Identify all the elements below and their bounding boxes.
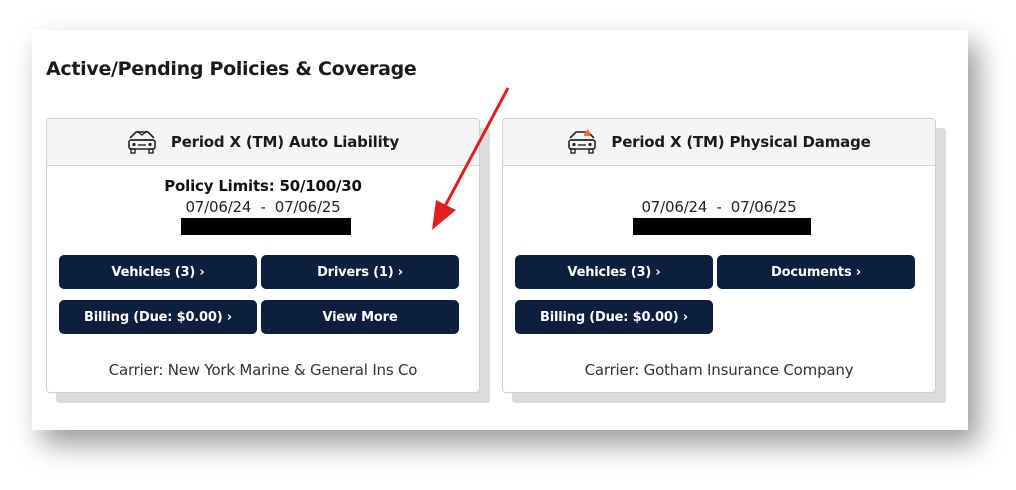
date-end: 07/06/25 [274, 198, 341, 216]
card-header: Period X (TM) Physical Damage [503, 119, 935, 166]
card-title: Period X (TM) Physical Damage [611, 133, 871, 151]
carrier-text: Carrier: Gotham Insurance Company [584, 361, 854, 379]
card-header: Period X (TM) Auto Liability [47, 119, 479, 166]
red-arrow-annotation [432, 87, 510, 230]
policy-card-auto-liability: Period X (TM) Auto Liability Policy Limi… [46, 118, 480, 393]
vehicles-button[interactable]: Vehicles (3) › [59, 255, 257, 289]
car-icon [127, 129, 157, 155]
policy-dates: 07/06/24 - 07/06/25 [503, 198, 935, 216]
billing-button[interactable]: Billing (Due: $0.00) › [59, 300, 257, 334]
policy-limits: Policy Limits: 50/100/30 [164, 177, 362, 195]
policy-dates: 07/06/24 - 07/06/25 [47, 198, 479, 216]
policy-card-physical-damage: Period X (TM) Physical Damage 07/06/24 -… [502, 118, 936, 393]
date-end: 07/06/25 [730, 198, 797, 216]
date-separator: - [716, 198, 722, 216]
view-more-button[interactable]: View More [261, 300, 459, 334]
billing-button[interactable]: Billing (Due: $0.00) › [515, 300, 713, 334]
card-title: Period X (TM) Auto Liability [170, 133, 400, 151]
redacted-bar [181, 218, 351, 235]
redacted-bar [633, 218, 811, 235]
documents-button[interactable]: Documents › [717, 255, 915, 289]
drivers-button[interactable]: Drivers (1) › [261, 255, 459, 289]
car-damage-icon [567, 129, 597, 155]
date-start: 07/06/24 [185, 198, 252, 216]
date-separator: - [260, 198, 266, 216]
date-start: 07/06/24 [641, 198, 708, 216]
section-title: Active/Pending Policies & Coverage [46, 58, 417, 80]
carrier-text: Carrier: New York Marine & General Ins C… [108, 361, 418, 379]
vehicles-button[interactable]: Vehicles (3) › [515, 255, 713, 289]
